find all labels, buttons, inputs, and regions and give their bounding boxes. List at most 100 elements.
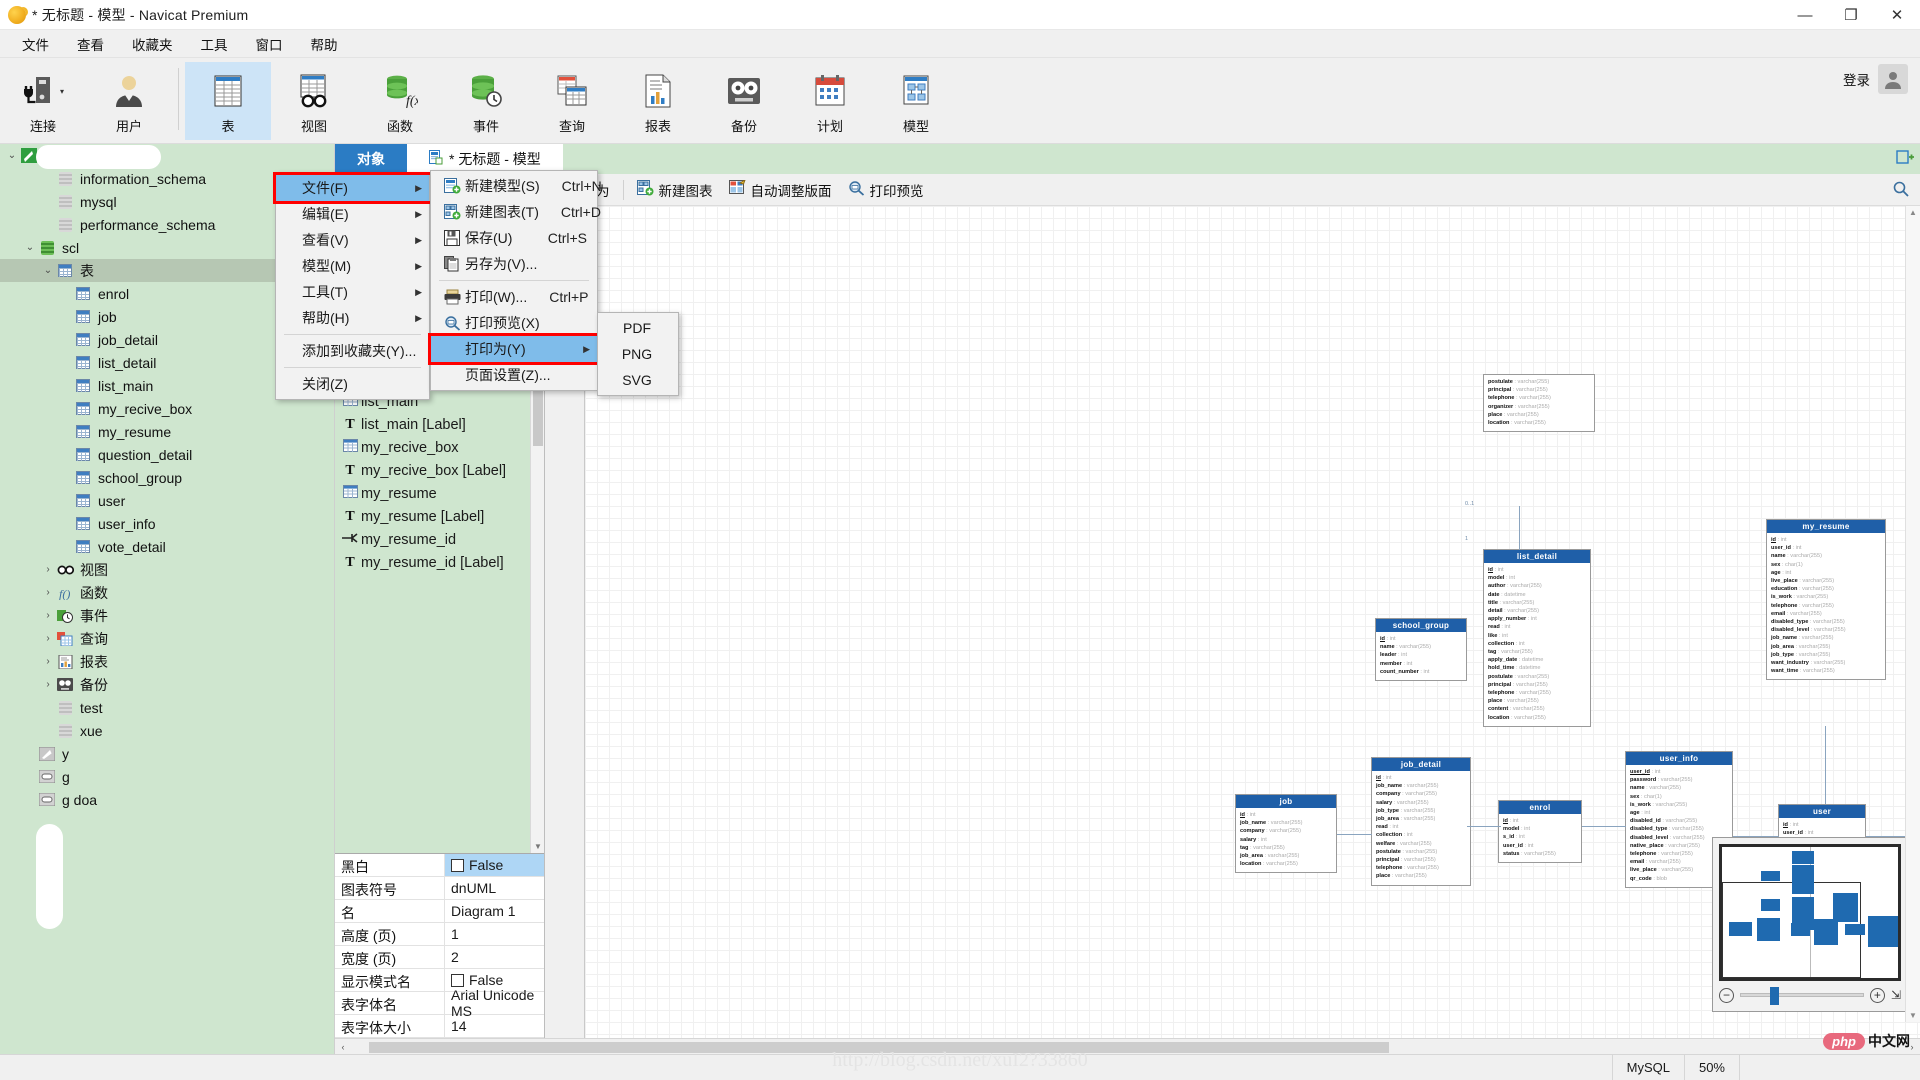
tree-node-报表[interactable]: › 报表 bbox=[0, 650, 334, 673]
property-row[interactable]: 图表符号 dnUML bbox=[335, 877, 544, 900]
object-row[interactable]: Tmy_resume_id [Label] bbox=[335, 551, 544, 574]
menu-item-帮助H[interactable]: 帮助(H) ▶ bbox=[276, 305, 429, 331]
chevron-down-icon[interactable]: ⌄ bbox=[40, 265, 56, 276]
menu-item-文件F[interactable]: 文件(F) ▶ bbox=[276, 175, 429, 201]
er-table-my_resume[interactable]: my_resume id : int user_id : int name : var… bbox=[1766, 519, 1886, 681]
checkbox[interactable] bbox=[451, 858, 464, 872]
print-as-svg[interactable]: SVG bbox=[598, 367, 678, 393]
property-value-cell[interactable]: Arial Unicode MS bbox=[445, 987, 544, 1019]
chevron-down-icon[interactable]: ⌄ bbox=[22, 242, 38, 253]
scroll-left-icon[interactable]: ‹ bbox=[335, 1042, 351, 1052]
minimap-frame[interactable] bbox=[1719, 844, 1901, 981]
toolbar-auto-layout-button[interactable]: 自动调整版面 bbox=[721, 177, 840, 203]
er-table-job_detail[interactable]: job_detail id : int job_name : varchar(255… bbox=[1371, 757, 1471, 886]
tree-node-g doa[interactable]: g doa bbox=[0, 788, 334, 811]
ribbon-item-计划[interactable]: 计划 bbox=[787, 62, 873, 140]
menu-item-编辑E[interactable]: 编辑(E) ▶ bbox=[276, 201, 429, 227]
chevron-down-icon[interactable]: ▾ bbox=[60, 87, 64, 96]
property-value-cell[interactable]: dnUML bbox=[445, 877, 544, 899]
tree-node-事件[interactable]: › 事件 bbox=[0, 604, 334, 627]
property-value-cell[interactable]: 14 bbox=[445, 1015, 544, 1037]
properties-grid[interactable]: 黑白 False 图表符号 dnUML 名 Diagram 1 高度 (页) 1 宽度 (页) 2… bbox=[335, 853, 544, 1038]
ribbon-item-模型[interactable]: 模型 bbox=[873, 62, 959, 140]
file-submenu[interactable]: 新建模型(S) Ctrl+N 新建图表(T) Ctrl+D 保存(U) Ctrl+S 另存为… bbox=[428, 170, 602, 391]
er-diagram-canvas[interactable]: postulate : varchar(255) principal : varc… bbox=[585, 206, 1920, 1038]
chevron-down-icon[interactable]: ⌄ bbox=[4, 150, 20, 161]
property-row[interactable]: 表字体大小 14 bbox=[335, 1015, 544, 1038]
chevron-right-icon[interactable]: › bbox=[40, 587, 56, 598]
menubar-item-3[interactable]: 工具 bbox=[187, 30, 242, 58]
close-button[interactable]: ✕ bbox=[1874, 0, 1920, 30]
ribbon-item-备份[interactable]: 备份 bbox=[701, 62, 787, 140]
tree-node-备份[interactable]: › 备份 bbox=[0, 673, 334, 696]
minimize-button[interactable]: — bbox=[1782, 0, 1828, 30]
tree-node-user_info[interactable]: user_info bbox=[0, 512, 334, 535]
checkbox[interactable] bbox=[451, 973, 464, 987]
expand-icon[interactable]: ⇲ bbox=[1891, 988, 1901, 1002]
zoom-slider-thumb[interactable] bbox=[1770, 987, 1780, 1005]
maximize-button[interactable]: ❐ bbox=[1828, 0, 1874, 30]
ribbon-item-视图[interactable]: 视图 bbox=[271, 62, 357, 140]
minimap-panel[interactable]: − + ⇲ bbox=[1712, 837, 1908, 1012]
login-label[interactable]: 登录 bbox=[1843, 69, 1870, 89]
menubar-item-2[interactable]: 收藏夹 bbox=[118, 30, 187, 58]
ribbon-item-报表[interactable]: 报表 bbox=[615, 62, 701, 140]
print-as-pdf[interactable]: PDF bbox=[598, 315, 678, 341]
property-row[interactable]: 名 Diagram 1 bbox=[335, 900, 544, 923]
tab-objects[interactable]: 对象 bbox=[335, 144, 407, 174]
main-dropdown-menu[interactable]: 文件(F) ▶ 编辑(E) ▶ 查看(V) ▶ 模型(M) ▶ 工具(T) ▶ 帮助(H) ▶ 添加到收… bbox=[273, 172, 434, 400]
chevron-right-icon[interactable]: › bbox=[40, 610, 56, 621]
property-row[interactable]: 黑白 False bbox=[335, 854, 544, 877]
property-value-cell[interactable]: False bbox=[445, 854, 544, 876]
ribbon-item-函数[interactable]: f(x) 函数 bbox=[357, 62, 443, 140]
property-value-cell[interactable]: 2 bbox=[445, 946, 544, 968]
tree-node-y[interactable]: y bbox=[0, 742, 334, 765]
menu-item-保存U[interactable]: 保存(U) Ctrl+S bbox=[431, 225, 597, 251]
er-table-enrol[interactable]: enrol id : int model : int s_id : int user_i… bbox=[1498, 800, 1582, 864]
er-table-job[interactable]: job id : int job_name : varchar(255) compan… bbox=[1235, 794, 1337, 874]
login-area[interactable]: 登录 bbox=[1843, 64, 1908, 94]
chevron-right-icon[interactable]: › bbox=[40, 656, 56, 667]
toolbar-new-diagram-button[interactable]: 新建图表 bbox=[629, 177, 721, 203]
property-row[interactable]: 表字体名 Arial Unicode MS bbox=[335, 987, 544, 1019]
menu-item-添加到收藏夹Y[interactable]: 添加到收藏夹(Y)... bbox=[276, 338, 429, 364]
tree-node-question_detail[interactable]: question_detail bbox=[0, 443, 334, 466]
print-as-png[interactable]: PNG bbox=[598, 341, 678, 367]
menu-item-打印W[interactable]: 打印(W)... Ctrl+P bbox=[431, 284, 597, 310]
ribbon-item-查询[interactable]: 查询 bbox=[529, 62, 615, 140]
canvas-vertical-scrollbar[interactable]: ▲ ▼ bbox=[1905, 206, 1920, 1022]
menubar-item-4[interactable]: 窗口 bbox=[242, 30, 297, 58]
menu-item-工具T[interactable]: 工具(T) ▶ bbox=[276, 279, 429, 305]
tree-node-my_resume[interactable]: my_resume bbox=[0, 420, 334, 443]
tree-node-my_recive_box[interactable]: my_recive_box bbox=[0, 397, 334, 420]
menu-item-打印预览X[interactable]: 打印预览(X) bbox=[431, 310, 597, 336]
menu-item-查看V[interactable]: 查看(V) ▶ bbox=[276, 227, 429, 253]
avatar[interactable] bbox=[1878, 64, 1908, 94]
ribbon-item-连接[interactable]: ▾ 连接 bbox=[0, 62, 86, 140]
tree-node-查询[interactable]: › 查询 bbox=[0, 627, 334, 650]
tree-node-user[interactable]: user bbox=[0, 489, 334, 512]
menubar-item-0[interactable]: 文件 bbox=[8, 30, 63, 58]
ribbon-item-表[interactable]: 表 bbox=[185, 62, 271, 140]
menu-item-打印为Y[interactable]: 打印为(Y) ▶ bbox=[431, 336, 597, 362]
zoom-slider[interactable] bbox=[1740, 987, 1864, 1005]
menu-item-新建图表T[interactable]: 新建图表(T) Ctrl+D bbox=[431, 199, 601, 225]
menu-item-模型M[interactable]: 模型(M) ▶ bbox=[276, 253, 429, 279]
menu-item-另存为V[interactable]: 另存为(V)... bbox=[431, 251, 597, 277]
canvas-horizontal-scrollbar[interactable]: ‹ › bbox=[335, 1038, 1920, 1054]
object-row[interactable]: Tlist_main [Label] bbox=[335, 413, 544, 436]
object-row[interactable]: my_recive_box bbox=[335, 436, 544, 459]
er-table-school_group[interactable]: postulate : varchar(255) principal : varc… bbox=[1483, 374, 1595, 433]
property-value-cell[interactable]: 1 bbox=[445, 923, 544, 945]
menubar-item-5[interactable]: 帮助 bbox=[297, 30, 352, 58]
chevron-right-icon[interactable]: › bbox=[40, 633, 56, 644]
menubar-item-1[interactable]: 查看 bbox=[63, 30, 118, 58]
toolbar-print-preview-button[interactable]: 打印预览 bbox=[840, 177, 932, 203]
menu-item-关闭Z[interactable]: 关闭(Z) bbox=[276, 371, 429, 397]
tree-node-school_group[interactable]: school_group bbox=[0, 466, 334, 489]
object-row[interactable]: Tmy_recive_box [Label] bbox=[335, 459, 544, 482]
property-row[interactable]: 宽度 (页) 2 bbox=[335, 946, 544, 969]
chevron-right-icon[interactable]: › bbox=[40, 679, 56, 690]
object-row[interactable]: my_resume bbox=[335, 482, 544, 505]
ribbon-item-事件[interactable]: 事件 bbox=[443, 62, 529, 140]
